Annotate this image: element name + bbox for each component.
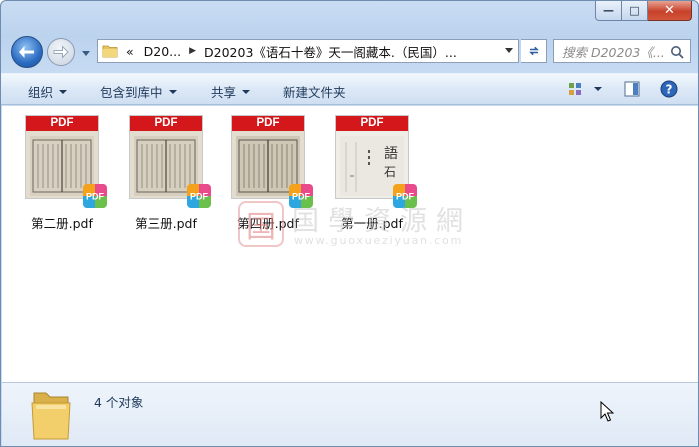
pdf-app-badge-icon: PDF	[187, 184, 211, 208]
watermark-seal: 国	[238, 201, 284, 247]
search-box[interactable]: 搜索 D20203《...	[553, 39, 691, 63]
file-name: 第二册.pdf	[31, 216, 93, 231]
refresh-button[interactable]	[521, 39, 547, 63]
command-bar: 组织 包含到库中 共享 新建文件夹 ?	[1, 73, 698, 105]
search-icon[interactable]	[670, 45, 684, 59]
new-folder-label: 新建文件夹	[283, 85, 346, 100]
svg-text:語: 語	[384, 146, 398, 162]
breadcrumb-current[interactable]: D20203《语石十卷》天一阁藏本.（民国）...	[204, 42, 457, 61]
address-dropdown-icon[interactable]	[504, 45, 514, 55]
organize-label: 组织	[28, 85, 54, 100]
close-button[interactable]: ✕	[648, 1, 692, 21]
back-button[interactable]	[11, 36, 43, 68]
pdf-label: PDF	[336, 116, 408, 131]
breadcrumb-parent[interactable]: D20...	[144, 44, 181, 59]
navigation-bar: « D20... ▶ D20203《语石十卷》天一阁藏本.（民国）... 搜索 …	[1, 31, 698, 71]
view-options-icon	[569, 83, 602, 95]
mouse-cursor-icon	[600, 401, 614, 422]
svg-text:PDF: PDF	[86, 192, 105, 202]
help-icon: ?	[660, 80, 678, 98]
folder-icon	[102, 45, 118, 58]
close-icon: ✕	[664, 3, 675, 18]
svg-text:石: 石	[384, 165, 396, 179]
explorer-window: — □ ✕ « D20... ▶ D20203《语石十卷》天一阁藏本.（民国）.…	[0, 0, 699, 447]
share-label: 共享	[211, 85, 237, 100]
search-input[interactable]: 搜索 D20203《...	[554, 42, 666, 61]
caption-buttons: — □ ✕	[595, 1, 692, 21]
recent-pages-dropdown-icon[interactable]	[81, 48, 91, 58]
minimize-icon: —	[603, 4, 614, 17]
include-in-library-menu[interactable]: 包含到库中	[100, 82, 177, 101]
chevron-down-icon	[242, 89, 251, 94]
file-name: 第三册.pdf	[135, 216, 197, 231]
details-pane: 4 个对象	[2, 382, 698, 446]
share-menu[interactable]: 共享	[211, 82, 251, 101]
pdf-label: PDF	[130, 116, 202, 131]
svg-text:?: ?	[666, 83, 673, 97]
forward-arrow-icon	[53, 45, 69, 59]
forward-button[interactable]	[47, 38, 75, 66]
breadcrumb-overflow[interactable]: «	[126, 44, 134, 59]
help-button[interactable]: ?	[660, 80, 678, 101]
svg-text:PDF: PDF	[190, 192, 209, 202]
preview-pane-button[interactable]	[623, 80, 641, 101]
view-options-button[interactable]	[567, 80, 605, 101]
maximize-icon: □	[629, 4, 640, 17]
address-bar[interactable]: « D20... ▶ D20203《语石十卷》天一阁藏本.（民国）...	[97, 39, 519, 63]
chevron-down-icon	[168, 89, 177, 94]
new-folder-button[interactable]: 新建文件夹	[283, 82, 346, 101]
item-count: 4 个对象	[94, 395, 144, 410]
pdf-app-badge-icon: PDF	[83, 184, 107, 208]
watermark-url: www.guoxueziyuan.com	[294, 234, 464, 247]
chevron-down-icon	[59, 89, 68, 94]
pdf-label: PDF	[232, 116, 304, 131]
refresh-icon	[528, 46, 539, 56]
minimize-button[interactable]: —	[595, 1, 622, 21]
folder-icon	[31, 392, 71, 440]
preview-pane-icon	[624, 81, 640, 97]
watermark: 国 国學資源網 www.guoxueziyuan.com	[238, 199, 468, 251]
organize-menu[interactable]: 组织	[28, 82, 68, 101]
maximize-button[interactable]: □	[622, 1, 648, 21]
back-arrow-icon	[19, 46, 34, 58]
pdf-label: PDF	[26, 116, 98, 131]
watermark-text: 国學資源網	[292, 206, 472, 237]
include-in-library-label: 包含到库中	[100, 85, 163, 100]
breadcrumb-chevron-icon[interactable]: ▶	[189, 46, 196, 56]
